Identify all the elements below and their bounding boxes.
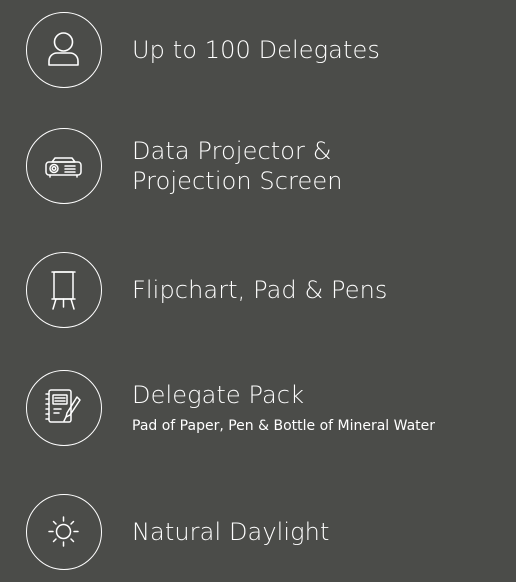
feature-title: Natural Daylight xyxy=(132,518,330,546)
facilities-list: Up to 100 Delegates Data Projector & Pro… xyxy=(0,0,516,574)
feature-flipchart: Flipchart, Pad & Pens xyxy=(0,240,516,340)
feature-title: Delegate Pack xyxy=(132,381,305,409)
notepad-pen-icon xyxy=(26,370,102,446)
feature-delegate-pack: Delegate Pack Pad of Paper, Pen & Bottle… xyxy=(0,358,516,458)
person-icon xyxy=(26,12,102,88)
feature-title: Up to 100 Delegates xyxy=(132,36,380,64)
feature-projector: Data Projector & Projection Screen xyxy=(0,116,516,216)
easel-icon xyxy=(26,252,102,328)
feature-title: Flipchart, Pad & Pens xyxy=(132,276,388,304)
projector-icon xyxy=(26,128,102,204)
feature-title-line-2: Projection Screen xyxy=(132,167,343,195)
sun-icon xyxy=(26,494,102,570)
feature-subtitle: Pad of Paper, Pen & Bottle of Mineral Wa… xyxy=(132,418,436,434)
feature-daylight: Natural Daylight xyxy=(0,482,516,582)
feature-delegates: Up to 100 Delegates xyxy=(0,0,516,100)
feature-title-line-1: Data Projector & xyxy=(132,137,332,165)
